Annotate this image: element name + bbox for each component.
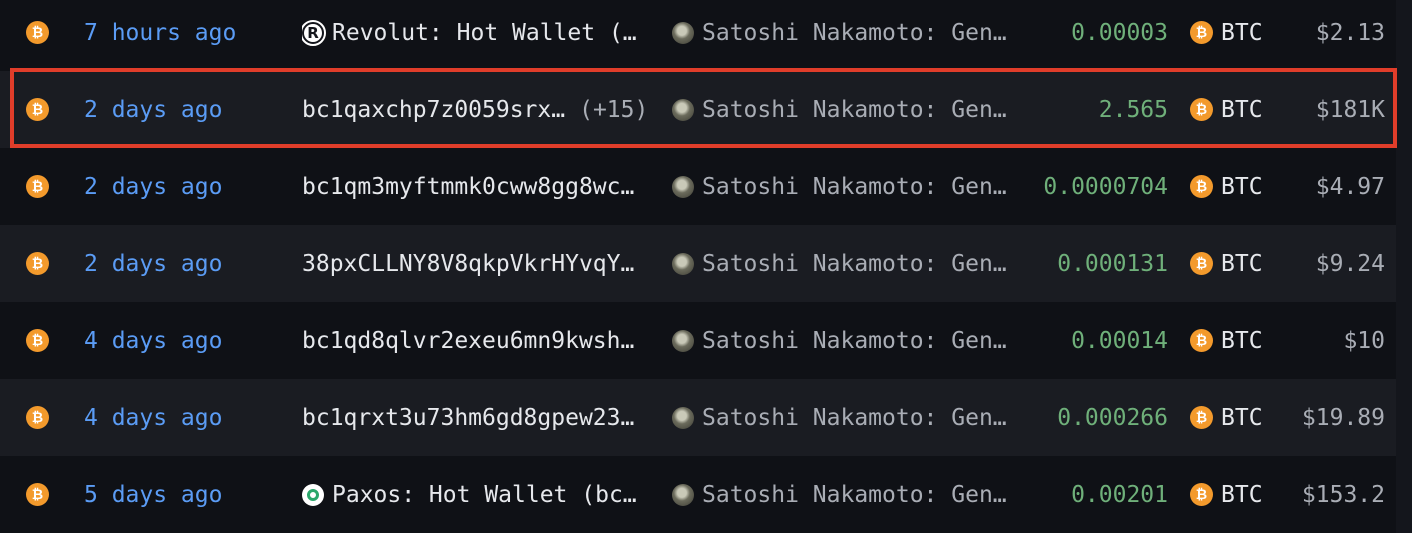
bitcoin-icon: ₿ bbox=[26, 406, 49, 429]
table-row[interactable]: ₿ 4 days ago bc1qrxt3u73hm6gd8gpew23… Sa… bbox=[0, 379, 1396, 456]
satoshi-avatar-icon bbox=[672, 406, 694, 429]
bitcoin-icon: ₿ bbox=[26, 329, 49, 352]
to-address-link[interactable]: Satoshi Nakamoto: Gen… bbox=[672, 20, 1007, 46]
usd-value: $19.89 bbox=[1301, 404, 1385, 431]
from-label: bc1qd8qlvr2exeu6mn9kwsh… bbox=[302, 327, 635, 354]
usd-value: $4.97 bbox=[1315, 173, 1385, 200]
amount-value: 0.00003 bbox=[1071, 19, 1168, 46]
bitcoin-icon: ₿ bbox=[26, 252, 49, 275]
from-address-link[interactable]: 38pxCLLNY8V8qkpVkrHYvqY… bbox=[302, 251, 634, 277]
satoshi-avatar-icon bbox=[672, 98, 694, 121]
from-label: bc1qrxt3u73hm6gd8gpew23… bbox=[302, 404, 635, 431]
to-address-link[interactable]: Satoshi Nakamoto: Gen… bbox=[672, 97, 1007, 123]
to-label: Satoshi Nakamoto: Gen… bbox=[702, 96, 1007, 123]
table-row[interactable]: ₿ 7 hours ago R Revolut: Hot Wallet (… S… bbox=[0, 0, 1396, 71]
token-label: BTC bbox=[1221, 481, 1263, 508]
from-address-link[interactable]: bc1qaxchp7z0059srx… bbox=[302, 97, 565, 123]
paxos-icon bbox=[302, 483, 324, 506]
revolut-icon: R bbox=[302, 19, 326, 46]
time-link[interactable]: 7 hours ago bbox=[84, 0, 284, 71]
usd-value: $9.24 bbox=[1315, 250, 1385, 277]
to-label: Satoshi Nakamoto: Gen… bbox=[702, 19, 1007, 46]
token-link[interactable]: ₿ BTC bbox=[1190, 328, 1263, 354]
table-row[interactable]: ₿ 2 days ago bc1qaxchp7z0059srx… (+15) S… bbox=[0, 71, 1396, 148]
time-link[interactable]: 5 days ago bbox=[84, 456, 284, 533]
token-label: BTC bbox=[1221, 19, 1263, 46]
amount-value: 0.000131 bbox=[1057, 250, 1168, 277]
satoshi-avatar-icon bbox=[672, 252, 694, 275]
token-link[interactable]: ₿ BTC bbox=[1190, 251, 1263, 277]
time-link[interactable]: 2 days ago bbox=[84, 225, 284, 302]
to-address-link[interactable]: Satoshi Nakamoto: Gen… bbox=[672, 328, 1007, 354]
from-address-link[interactable]: Paxos: Hot Wallet (bc… bbox=[302, 482, 637, 508]
bitcoin-icon: ₿ bbox=[26, 175, 49, 198]
bitcoin-icon: ₿ bbox=[1190, 329, 1213, 352]
bitcoin-icon: ₿ bbox=[1190, 98, 1213, 121]
from-label: Revolut: Hot Wallet (… bbox=[332, 19, 637, 46]
bitcoin-icon: ₿ bbox=[1190, 406, 1213, 429]
amount-value: 0.00014 bbox=[1071, 327, 1168, 354]
bitcoin-icon: ₿ bbox=[1190, 21, 1213, 44]
from-address-link[interactable]: bc1qrxt3u73hm6gd8gpew23… bbox=[302, 405, 634, 431]
amount-value: 0.000266 bbox=[1057, 404, 1168, 431]
token-link[interactable]: ₿ BTC bbox=[1190, 174, 1263, 200]
transfers-table: ₿ 7 hours ago R Revolut: Hot Wallet (… S… bbox=[0, 0, 1412, 533]
to-label: Satoshi Nakamoto: Gen… bbox=[702, 327, 1007, 354]
bitcoin-icon: ₿ bbox=[26, 483, 49, 506]
from-address-link[interactable]: bc1qm3myftmmk0cww8gg8wc… bbox=[302, 174, 634, 200]
table-row[interactable]: ₿ 2 days ago 38pxCLLNY8V8qkpVkrHYvqY… Sa… bbox=[0, 225, 1396, 302]
satoshi-avatar-icon bbox=[672, 21, 694, 44]
token-link[interactable]: ₿ BTC bbox=[1190, 405, 1263, 431]
input-count: (+15) bbox=[579, 96, 649, 123]
to-label: Satoshi Nakamoto: Gen… bbox=[702, 404, 1007, 431]
time-link[interactable]: 4 days ago bbox=[84, 302, 284, 379]
usd-value: $181K bbox=[1315, 96, 1385, 123]
from-address-link[interactable]: R Revolut: Hot Wallet (… bbox=[302, 19, 637, 46]
to-address-link[interactable]: Satoshi Nakamoto: Gen… bbox=[672, 251, 1007, 277]
satoshi-avatar-icon bbox=[672, 483, 694, 506]
token-label: BTC bbox=[1221, 327, 1263, 354]
from-address-link[interactable]: bc1qd8qlvr2exeu6mn9kwsh… bbox=[302, 328, 634, 354]
table-row[interactable]: ₿ 5 days ago Paxos: Hot Wallet (bc… Sato… bbox=[0, 456, 1396, 533]
bitcoin-icon: ₿ bbox=[1190, 175, 1213, 198]
bitcoin-icon: ₿ bbox=[26, 98, 49, 121]
token-label: BTC bbox=[1221, 96, 1263, 123]
time-link[interactable]: 2 days ago bbox=[84, 148, 284, 225]
usd-value: $10 bbox=[1343, 327, 1385, 354]
amount-value: 2.565 bbox=[1098, 96, 1168, 123]
token-label: BTC bbox=[1221, 250, 1263, 277]
amount-value: 0.00201 bbox=[1071, 481, 1168, 508]
token-link[interactable]: ₿ BTC bbox=[1190, 482, 1263, 508]
time-link[interactable]: 2 days ago bbox=[84, 71, 284, 148]
time-link[interactable]: 4 days ago bbox=[84, 379, 284, 456]
bitcoin-icon: ₿ bbox=[1190, 483, 1213, 506]
satoshi-avatar-icon bbox=[672, 329, 694, 352]
satoshi-avatar-icon bbox=[672, 175, 694, 198]
to-label: Satoshi Nakamoto: Gen… bbox=[702, 250, 1007, 277]
usd-value: $153.2 bbox=[1301, 481, 1385, 508]
from-label: Paxos: Hot Wallet (bc… bbox=[332, 481, 637, 508]
to-address-link[interactable]: Satoshi Nakamoto: Gen… bbox=[672, 482, 1007, 508]
to-label: Satoshi Nakamoto: Gen… bbox=[702, 173, 1007, 200]
token-label: BTC bbox=[1221, 173, 1263, 200]
token-label: BTC bbox=[1221, 404, 1263, 431]
token-link[interactable]: ₿ BTC bbox=[1190, 97, 1263, 123]
from-label: 38pxCLLNY8V8qkpVkrHYvqY… bbox=[302, 250, 635, 277]
to-label: Satoshi Nakamoto: Gen… bbox=[702, 481, 1007, 508]
bitcoin-icon: ₿ bbox=[26, 21, 49, 44]
to-address-link[interactable]: Satoshi Nakamoto: Gen… bbox=[672, 174, 1007, 200]
usd-value: $2.13 bbox=[1315, 19, 1385, 46]
table-row[interactable]: ₿ 4 days ago bc1qd8qlvr2exeu6mn9kwsh… Sa… bbox=[0, 302, 1396, 379]
table-row[interactable]: ₿ 2 days ago bc1qm3myftmmk0cww8gg8wc… Sa… bbox=[0, 148, 1396, 225]
bitcoin-icon: ₿ bbox=[1190, 252, 1213, 275]
token-link[interactable]: ₿ BTC bbox=[1190, 20, 1263, 46]
from-label: bc1qaxchp7z0059srx… bbox=[302, 96, 566, 123]
to-address-link[interactable]: Satoshi Nakamoto: Gen… bbox=[672, 405, 1007, 431]
amount-value: 0.0000704 bbox=[1043, 173, 1168, 200]
from-label: bc1qm3myftmmk0cww8gg8wc… bbox=[302, 173, 635, 200]
